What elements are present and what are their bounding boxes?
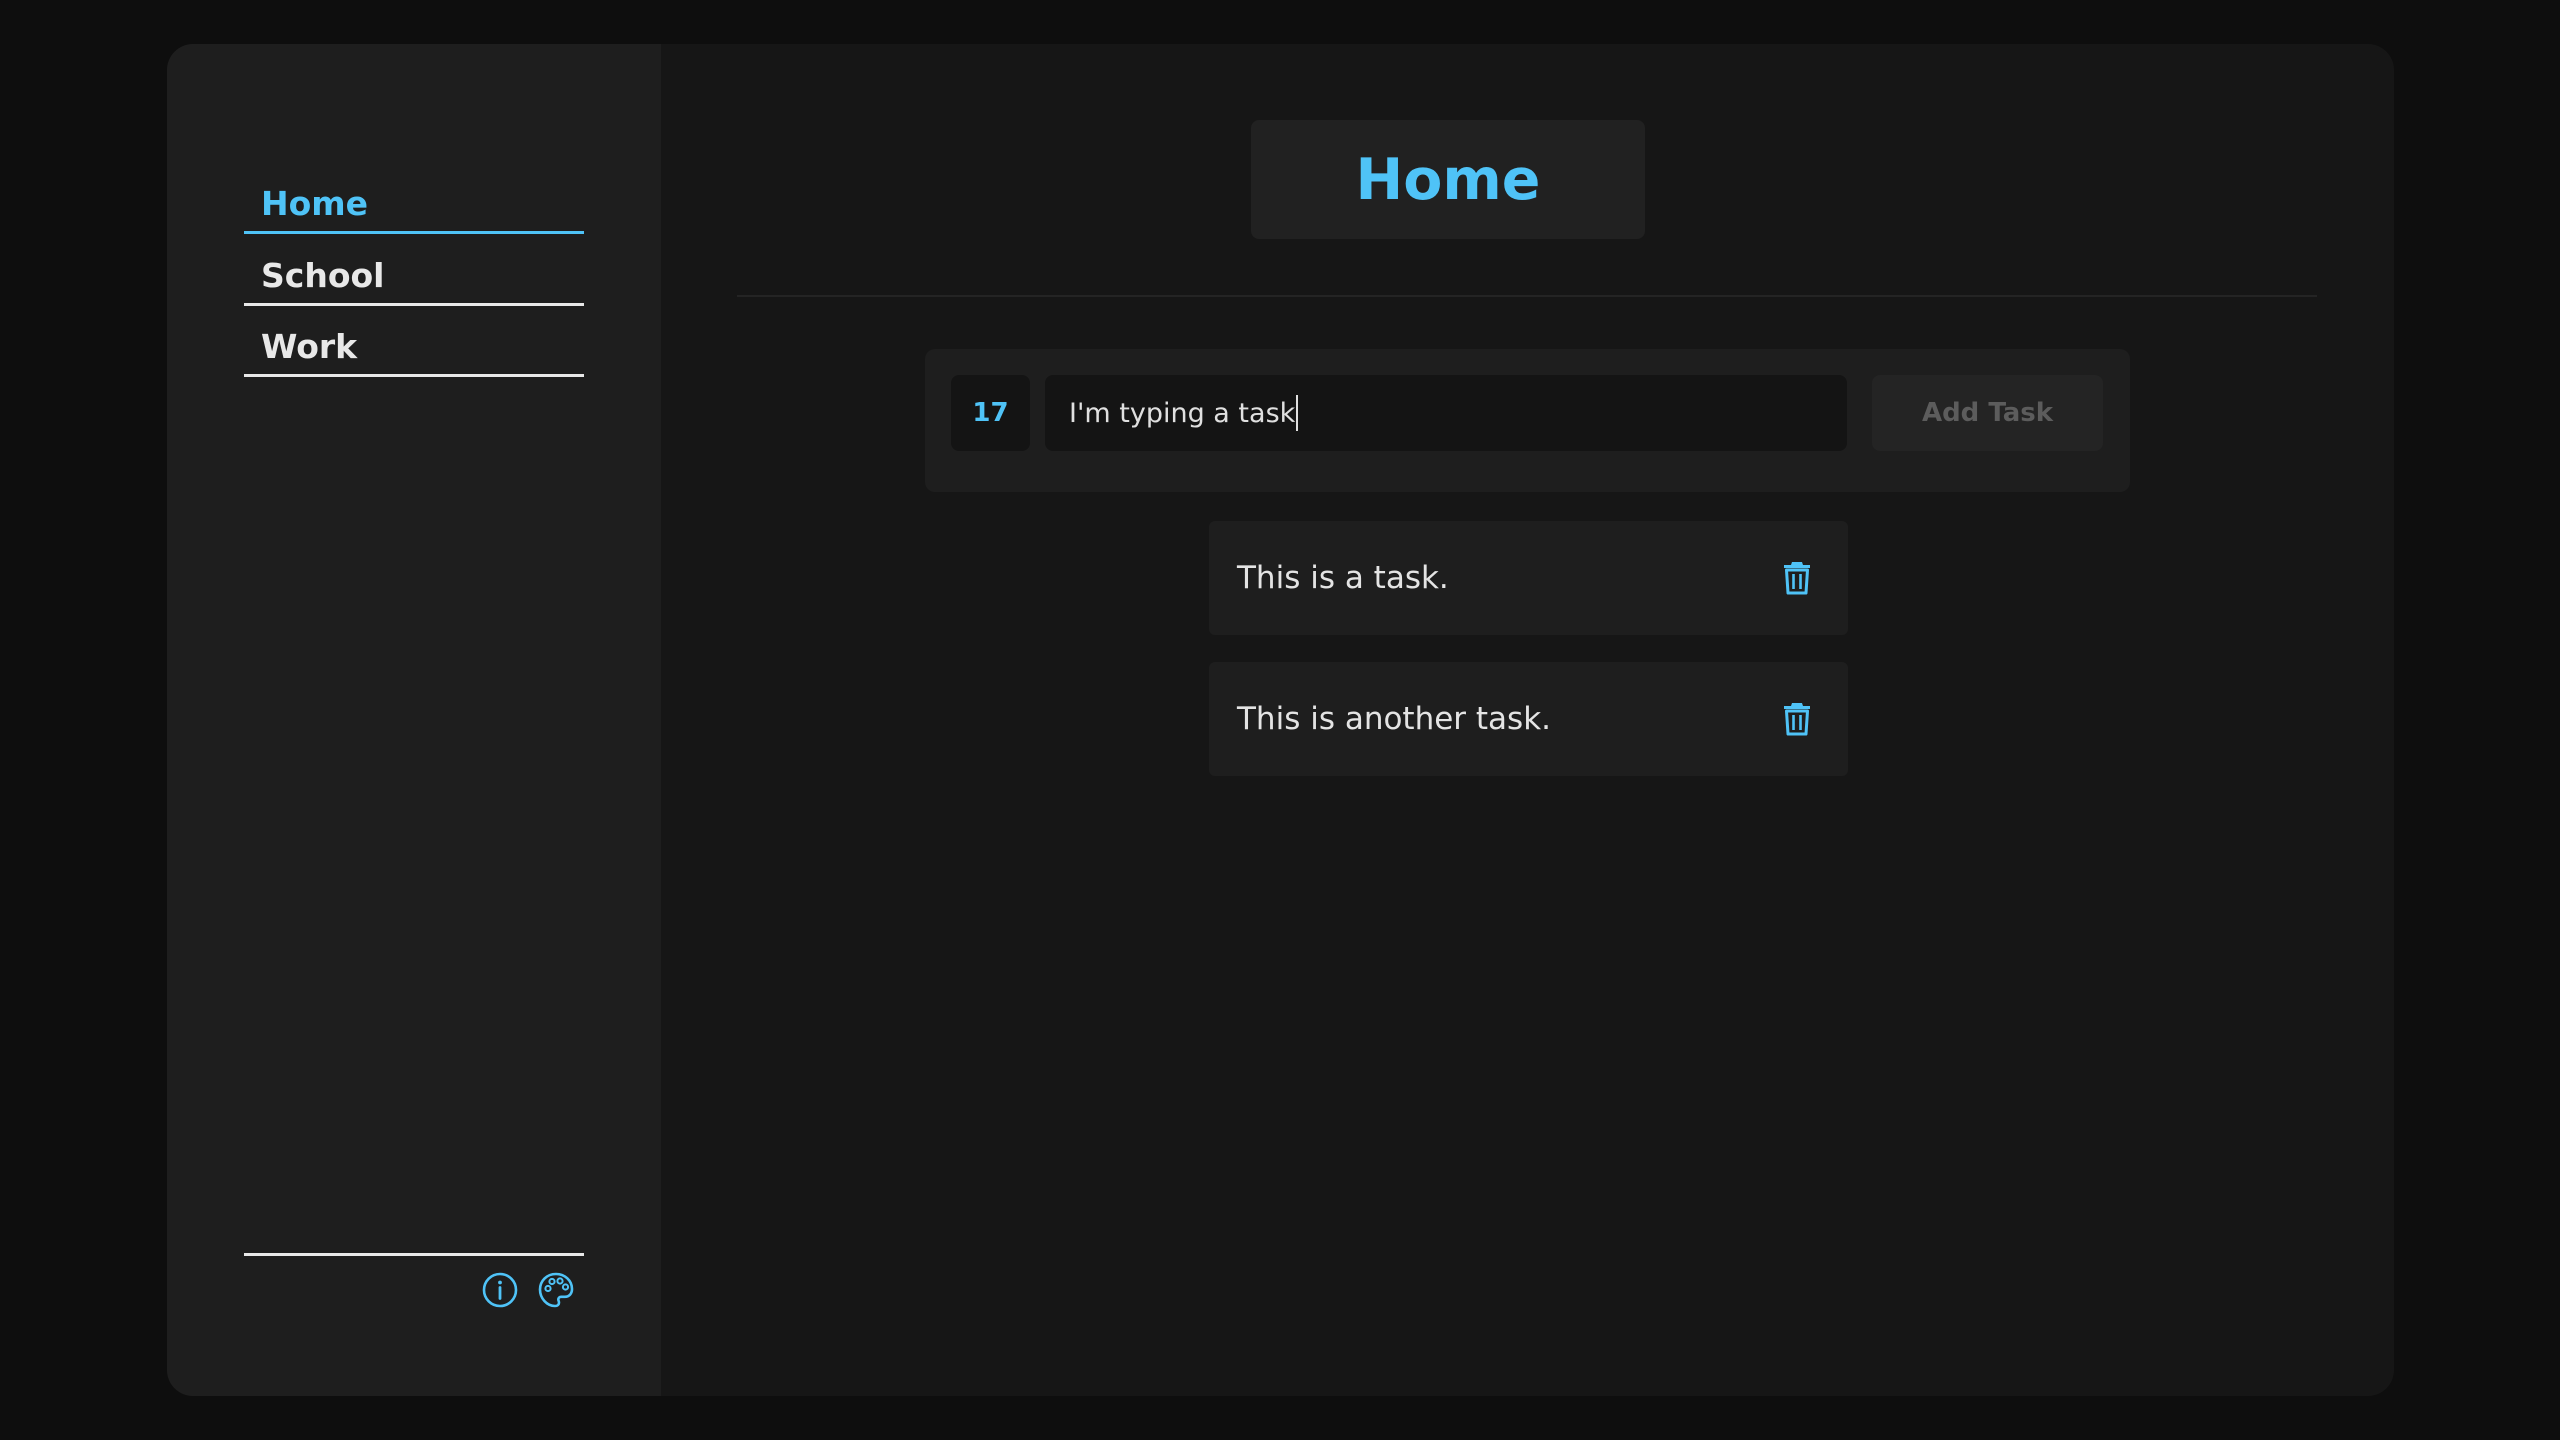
sidebar-item-work[interactable]: Work [244,307,584,377]
sidebar-item-school[interactable]: School [244,236,584,306]
task-text: This is another task. [1237,701,1552,737]
info-icon[interactable] [480,1270,520,1310]
add-task-button[interactable]: Add Task [1872,375,2103,451]
task-input[interactable]: I'm typing a task [1045,375,1847,451]
main-content: Home 17 I'm typing a task Add Task This … [661,44,2394,1396]
character-counter: 17 [951,375,1030,451]
palette-icon[interactable] [536,1270,576,1310]
sidebar-item-label: School [261,256,385,295]
sidebar: Home School Work [167,44,661,1396]
task-text: This is a task. [1237,560,1449,596]
header-divider [737,295,2317,297]
trash-icon[interactable] [1781,559,1813,595]
task-input-value: I'm typing a task [1069,397,1296,429]
app-window: Home School Work Home 17 I'm typing a ta… [167,44,2394,1396]
sidebar-item-home[interactable]: Home [244,164,584,234]
task-item: This is a task. [1209,521,1848,635]
sidebar-item-label: Work [261,327,358,366]
sidebar-footer-divider [244,1253,584,1256]
page-title-box: Home [1251,120,1645,239]
page-title: Home [1355,146,1541,213]
task-item: This is another task. [1209,662,1848,776]
trash-icon[interactable] [1781,700,1813,736]
sidebar-item-label: Home [261,184,369,223]
add-task-form: 17 I'm typing a task Add Task [925,349,2130,492]
text-caret [1296,395,1299,431]
